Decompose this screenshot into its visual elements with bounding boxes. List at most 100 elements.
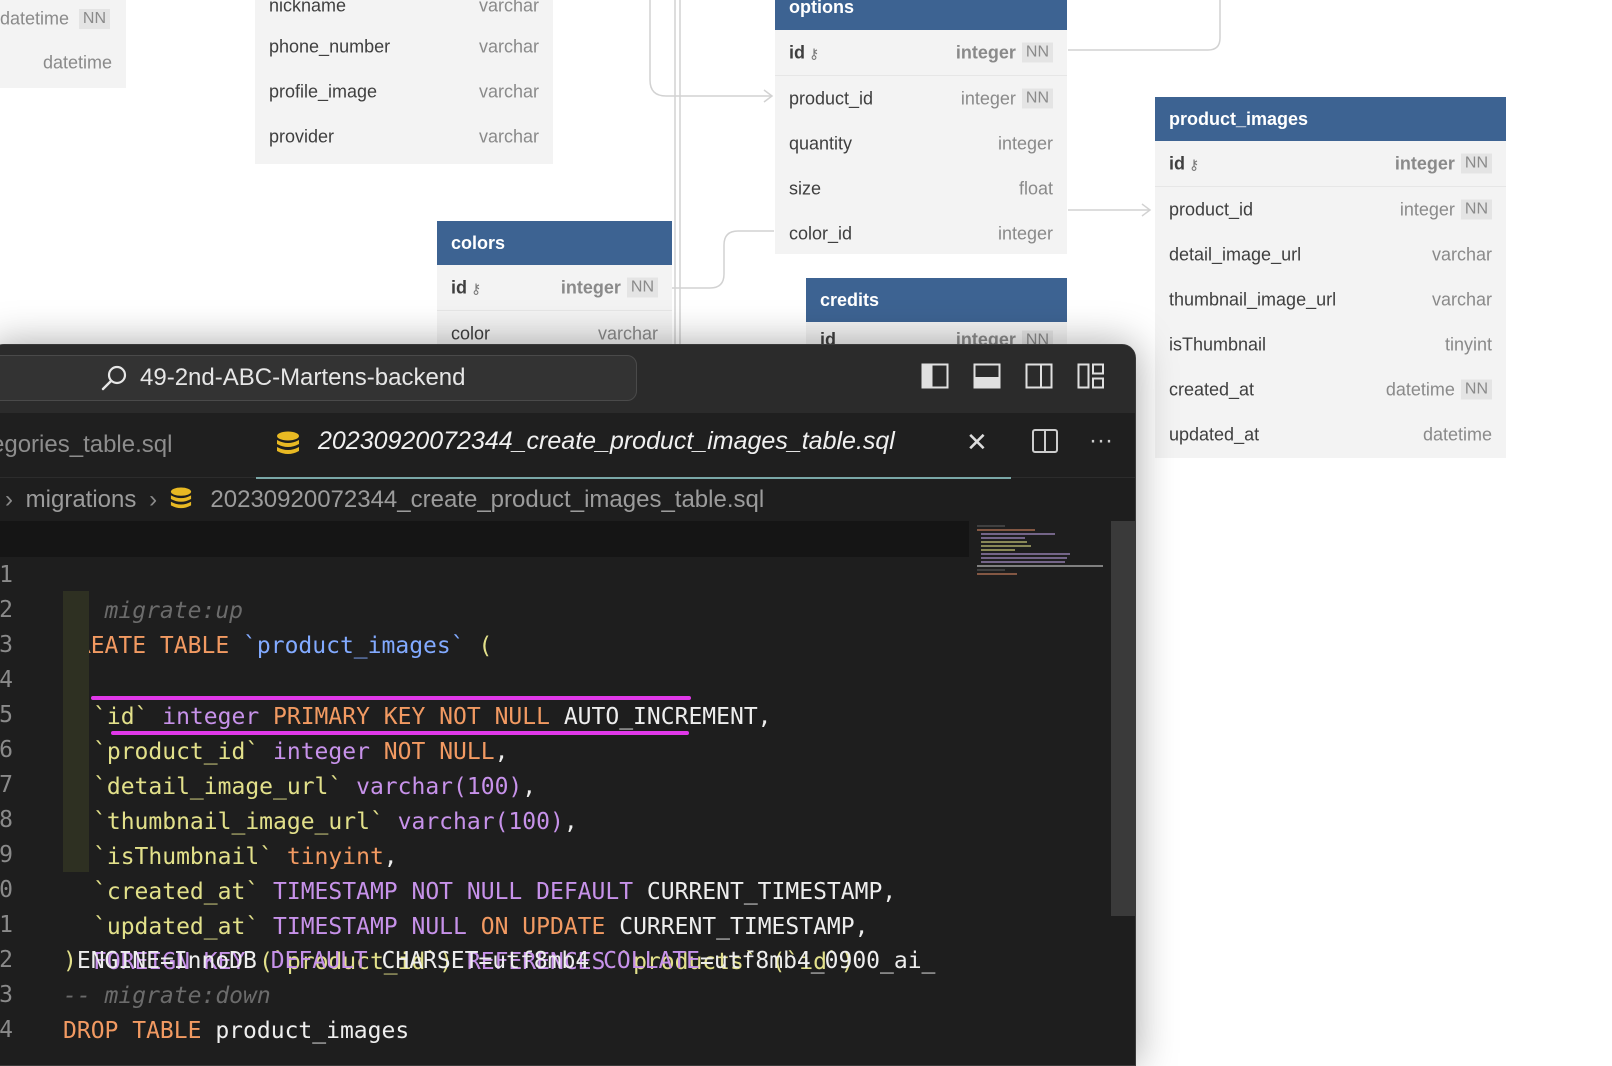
field-type: varchar bbox=[478, 0, 539, 16]
code-editor-window: 49-2nd-ABC-Martens-backend egories_table… bbox=[0, 344, 1136, 1066]
table-row: updated_at datetime bbox=[1155, 412, 1506, 457]
field-name: product_id bbox=[789, 88, 874, 108]
indent-guide bbox=[63, 731, 89, 767]
field-type: datetime bbox=[0, 8, 70, 29]
key-icon: ⚷ bbox=[809, 45, 820, 61]
field-type: datetime bbox=[1385, 379, 1455, 399]
split-editor-icon[interactable] bbox=[1031, 427, 1059, 455]
erd-table-colors[interactable]: colors id ⚷ integer NN color varchar bbox=[437, 221, 672, 351]
field-name: id ⚷ bbox=[451, 277, 482, 297]
search-icon bbox=[101, 365, 127, 391]
tab-create-product-images[interactable]: 20230920072344_create_product_images_tab… bbox=[256, 413, 1011, 479]
table-row: isThumbnail tinyint bbox=[1155, 322, 1506, 367]
indent-guide bbox=[63, 836, 89, 872]
field-type: integer bbox=[997, 223, 1053, 243]
indent-guide bbox=[63, 626, 89, 662]
database-icon bbox=[277, 431, 299, 454]
field-type: integer bbox=[1399, 199, 1455, 219]
toggle-panel-icon[interactable] bbox=[973, 362, 1001, 390]
indent-guide bbox=[63, 661, 89, 697]
code-line: 7 `isThumbnail` tinyint, bbox=[0, 731, 969, 870]
breadcrumb-folder[interactable]: migrations bbox=[26, 486, 137, 513]
table-header: credits bbox=[806, 278, 1067, 322]
toggle-primary-sidebar-icon[interactable] bbox=[921, 362, 949, 390]
table-row: id ⚷ integer NN bbox=[775, 30, 1067, 76]
field-name: nickname bbox=[269, 0, 347, 16]
nn-badge: NN bbox=[626, 277, 658, 298]
relation-line bbox=[1068, 0, 1221, 51]
vertical-scrollbar[interactable] bbox=[1111, 521, 1135, 916]
table-header: options bbox=[775, 0, 1067, 30]
code-line: 2 CREATE TABLE `product_images` ( bbox=[0, 556, 969, 659]
breadcrumb-file[interactable]: 20230920072344_create_product_images_tab… bbox=[210, 486, 764, 513]
table-header: product_images bbox=[1155, 97, 1506, 141]
table-row: id ⚷ integer NN bbox=[1155, 141, 1506, 187]
code-line: 8 `created_at` TIMESTAMP NOT NULL DEFAUL… bbox=[0, 766, 969, 905]
nn-badge: NN bbox=[1460, 199, 1492, 220]
nn-badge: NN bbox=[1460, 379, 1492, 400]
code-line: 4 `product_id` integer NOT NULL, bbox=[0, 626, 969, 765]
field-name: color_id bbox=[789, 223, 853, 243]
field-name: isThumbnail bbox=[1169, 334, 1267, 354]
field-name: updated_at bbox=[1169, 424, 1260, 444]
chevron-right-icon: › bbox=[5, 486, 13, 513]
erd-table-users[interactable]: nickname varchar phone_number varchar pr… bbox=[255, 0, 553, 164]
tab-bar: egories_table.sql 20230920072344_create_… bbox=[0, 413, 1135, 479]
close-icon[interactable]: ✕ bbox=[966, 427, 988, 458]
field-type: integer bbox=[955, 42, 1016, 62]
field-name: id ⚷ bbox=[789, 42, 820, 62]
database-icon bbox=[170, 487, 191, 509]
erd-table-options[interactable]: options id ⚷ integer NN product_id integer… bbox=[775, 0, 1067, 254]
title-bar: 49-2nd-ABC-Martens-backend bbox=[0, 345, 1135, 413]
line-number: 4 bbox=[0, 1017, 13, 1043]
key-icon: ⚷ bbox=[1189, 156, 1200, 172]
indent-guide bbox=[63, 591, 89, 627]
code-line: 0 FOREIGN KEY (`product_id`) REFERENCES … bbox=[0, 836, 969, 975]
field-type: integer bbox=[560, 277, 621, 297]
minimap[interactable] bbox=[969, 521, 1111, 1065]
indent-guide bbox=[63, 766, 89, 802]
field-name: id ⚷ bbox=[1169, 153, 1200, 173]
field-type: varchar bbox=[478, 81, 539, 101]
erd-table-product-images[interactable]: product_images id ⚷ integer NN product_id … bbox=[1155, 97, 1506, 458]
field-type: integer bbox=[1394, 153, 1455, 173]
field-type: varchar bbox=[1431, 244, 1492, 264]
nn-badge: NN bbox=[1021, 88, 1053, 109]
tab-label: 20230920072344_create_product_images_tab… bbox=[318, 427, 895, 455]
field-name: color bbox=[451, 323, 491, 343]
indent-guide bbox=[63, 696, 89, 732]
customize-layout-icon[interactable] bbox=[1077, 362, 1105, 390]
tab-categories-table[interactable]: egories_table.sql bbox=[0, 413, 231, 477]
field-type: varchar bbox=[597, 323, 658, 343]
code-area[interactable]: 1 -- migrate:up 2 CREATE TABLE `product_… bbox=[0, 521, 969, 1065]
table-row: product_id integer NN bbox=[775, 76, 1067, 121]
code-line: 1 -- migrate:up bbox=[0, 521, 969, 624]
toggle-secondary-sidebar-icon[interactable] bbox=[1025, 362, 1053, 390]
annotation-underline bbox=[91, 696, 691, 700]
table-row: size float bbox=[775, 166, 1067, 211]
table-row: product_id integer NN bbox=[1155, 187, 1506, 232]
field-type: integer bbox=[997, 133, 1053, 153]
field-name: phone_number bbox=[269, 36, 391, 56]
table-row: provider varchar bbox=[255, 114, 553, 159]
search-text: 49-2nd-ABC-Martens-backend bbox=[140, 364, 466, 391]
table-row: profile_image varchar bbox=[255, 69, 553, 114]
code-line: 3 `id` integer PRIMARY KEY NOT NULL AUTO… bbox=[0, 591, 969, 730]
field-name: quantity bbox=[789, 133, 853, 153]
code-line: 2 -- migrate:down bbox=[0, 906, 969, 1009]
tab-label: egories_table.sql bbox=[0, 431, 173, 458]
field-name: thumbnail_image_url bbox=[1169, 289, 1337, 309]
erd-table-partial-left[interactable]: datetime NN datetime bbox=[0, 0, 126, 88]
layout-controls bbox=[921, 362, 1105, 390]
field-type: varchar bbox=[478, 126, 539, 146]
code-line: 9 `updated_at` TIMESTAMP NULL ON UPDATE … bbox=[0, 801, 969, 940]
field-type: float bbox=[1018, 178, 1053, 198]
code-line: 4 bbox=[0, 976, 969, 1043]
field-name: size bbox=[789, 178, 822, 198]
table-row: thumbnail_image_url varchar bbox=[1155, 277, 1506, 322]
more-actions-icon[interactable]: ··· bbox=[1089, 427, 1113, 455]
command-center-search[interactable]: 49-2nd-ABC-Martens-backend bbox=[0, 355, 637, 401]
table-row: datetime NN bbox=[0, 0, 126, 38]
annotation-underline bbox=[111, 731, 689, 735]
code-line: 1 )ENGINE=InnoDB DEFAULT CHARSET=utf8mb4… bbox=[0, 871, 969, 974]
